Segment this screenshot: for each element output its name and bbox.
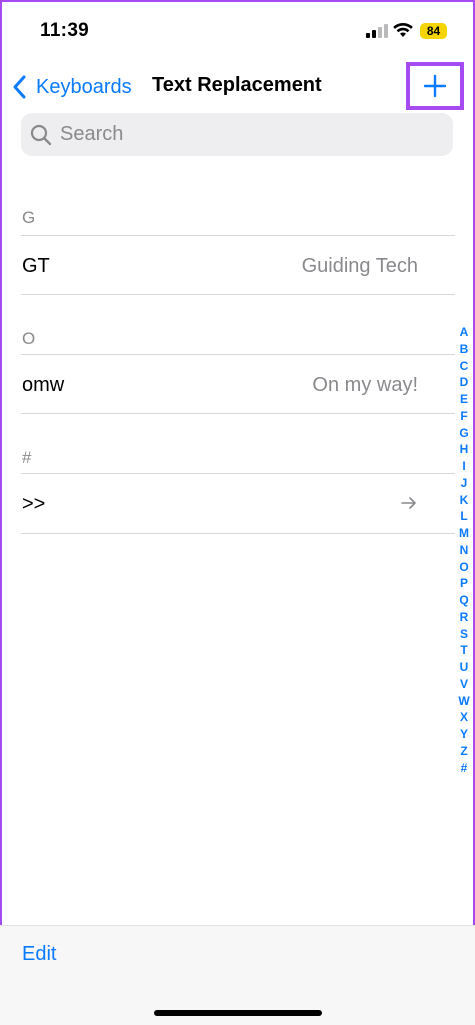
index-letter[interactable]: P [455,575,473,592]
index-letter[interactable]: W [455,693,473,710]
index-letter[interactable]: H [455,441,473,458]
index-letter[interactable]: F [455,408,473,425]
index-letter[interactable]: B [455,341,473,358]
index-letter[interactable]: N [455,542,473,559]
index-letter[interactable]: L [455,508,473,525]
index-letter[interactable]: E [455,391,473,408]
index-letter[interactable]: J [455,475,473,492]
index-letter[interactable]: Z [455,743,473,760]
index-letter[interactable]: I [455,458,473,475]
index-letter[interactable]: R [455,609,473,626]
list-item[interactable]: >> [0,474,455,532]
index-letter[interactable]: # [455,760,473,777]
status-bar: 11:39 84 [0,0,475,60]
section-header-o: O [22,329,36,348]
navigation-bar: Keyboards Text Replacement [0,62,475,112]
index-letter[interactable]: T [455,642,473,659]
index-letter[interactable]: D [455,374,473,391]
index-letter[interactable]: X [455,709,473,726]
index-letter[interactable]: K [455,492,473,509]
home-indicator [154,1010,322,1016]
phrase-text: omw [22,374,65,396]
index-letter[interactable]: Y [455,726,473,743]
index-letter[interactable]: V [455,676,473,693]
shortcut-text: On my way! [312,374,418,396]
index-letter[interactable]: A [455,324,473,341]
divider [21,533,455,534]
edit-button[interactable]: Edit [22,943,56,966]
back-button[interactable]: Keyboards [12,72,132,102]
index-letter[interactable]: M [455,525,473,542]
list-item[interactable]: omw On my way! [0,355,455,413]
plus-icon [423,74,447,98]
status-time: 11:39 [40,20,90,41]
back-label: Keyboards [36,75,132,98]
wifi-icon [393,22,413,37]
index-letter[interactable]: G [455,425,473,442]
index-letter[interactable]: U [455,659,473,676]
shortcut-text: Guiding Tech [301,255,418,277]
list-item[interactable]: GT Guiding Tech [0,236,455,294]
section-header-g: G [22,208,36,227]
divider [21,413,455,414]
index-letter[interactable]: S [455,626,473,643]
bottom-toolbar: Edit [0,925,475,1025]
search-bar[interactable] [21,113,453,156]
search-input[interactable] [58,122,442,147]
index-letter[interactable]: Q [455,592,473,609]
section-index[interactable]: A B C D E F G H I J K L M N O P Q R S T U V W X Y Z # [455,324,473,776]
section-header-hash: # [22,448,32,467]
phrase-text: >> [22,493,46,515]
index-letter[interactable]: O [455,559,473,576]
arrow-right-icon [401,497,416,509]
index-letter[interactable]: C [455,358,473,375]
page-title: Text Replacement [152,74,322,96]
chevron-left-icon [13,75,26,99]
divider [21,294,455,295]
battery-indicator: 84 [420,23,447,39]
phrase-text: GT [22,255,50,277]
cellular-signal-icon [366,24,388,38]
search-icon [30,124,52,145]
add-button[interactable] [406,62,464,110]
